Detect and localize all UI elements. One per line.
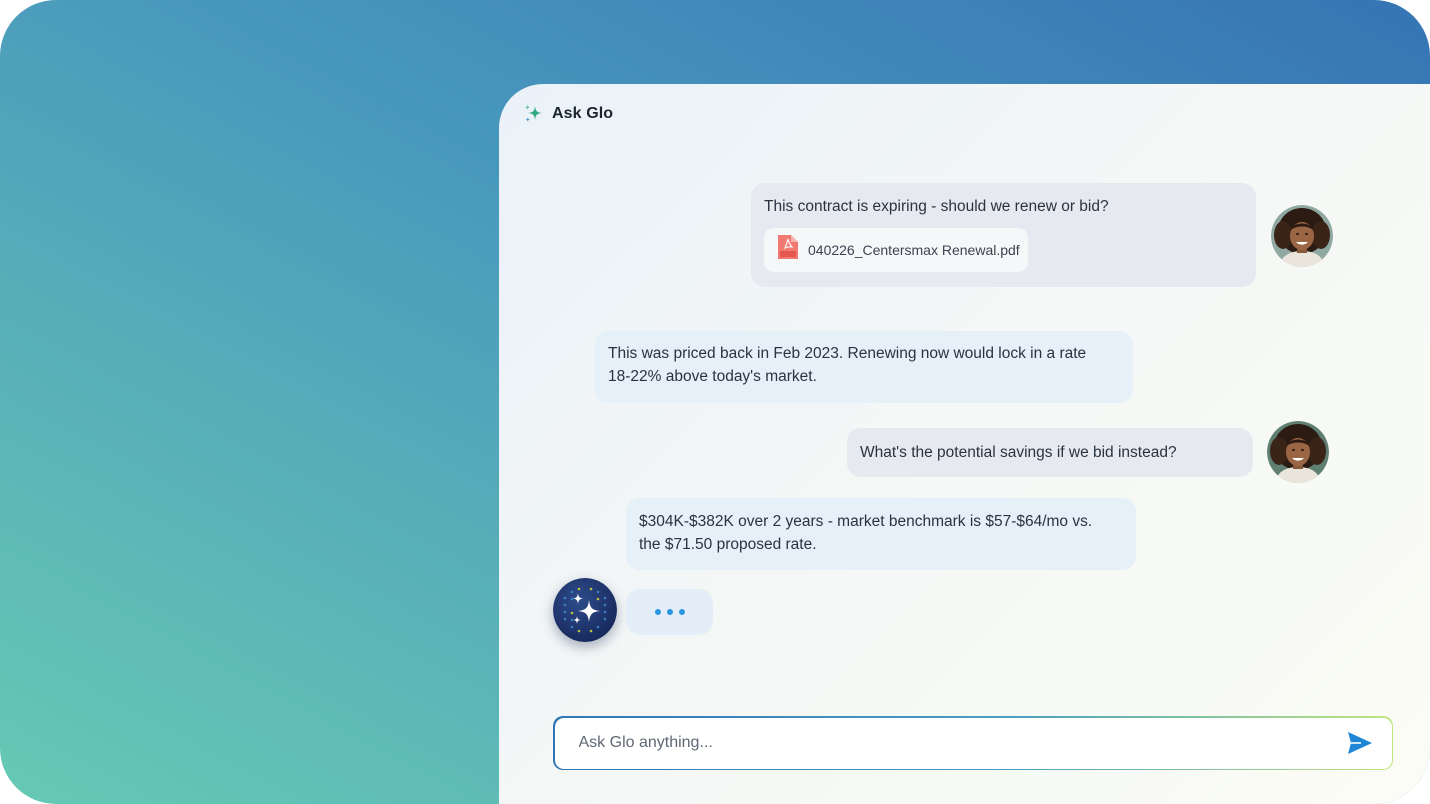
user-message: This contract is expiring - should we re…	[751, 183, 1256, 287]
chat-panel: Ask Glo This contract is expiring - shou…	[499, 84, 1430, 804]
user-avatar	[1267, 421, 1329, 483]
user-message: What's the potential savings if we bid i…	[847, 428, 1253, 477]
assistant-message: This was priced back in Feb 2023. Renewi…	[595, 331, 1133, 403]
user-avatar	[1271, 205, 1333, 267]
message-text-line: $304K-$382K over 2 years - market benchm…	[639, 513, 1093, 530]
sparkle-icon	[523, 104, 543, 124]
send-icon[interactable]	[1346, 729, 1374, 757]
pdf-file-icon	[777, 234, 799, 267]
message-input[interactable]	[576, 733, 1346, 753]
assistant-message: $304K-$382K over 2 years - market benchm…	[626, 498, 1136, 570]
message-text: This contract is expiring - should we re…	[764, 198, 1109, 215]
background: Ask Glo This contract is expiring - shou…	[0, 0, 1430, 804]
attachment-filename: 040226_Centersmax Renewal.pdf	[808, 241, 1020, 258]
message-input-container	[553, 716, 1393, 770]
chat-title: Ask Glo	[552, 105, 614, 122]
message-text-line: the $71.50 proposed rate.	[639, 536, 817, 553]
message-input-inner	[554, 717, 1392, 769]
message-text-line: This was priced back in Feb 2023. Renewi…	[608, 345, 1087, 362]
typing-dots-icon	[654, 609, 661, 615]
message-text-line: 18-22% above today's market.	[608, 368, 817, 385]
typing-dots-icon	[678, 609, 685, 615]
chat-header: Ask Glo	[523, 104, 613, 124]
file-attachment[interactable]: 040226_Centersmax Renewal.pdf	[764, 228, 1028, 272]
message-text: What's the potential savings if we bid i…	[860, 444, 1177, 461]
typing-indicator	[626, 589, 713, 635]
glo-avatar	[553, 578, 617, 642]
typing-dots-icon	[666, 609, 673, 615]
